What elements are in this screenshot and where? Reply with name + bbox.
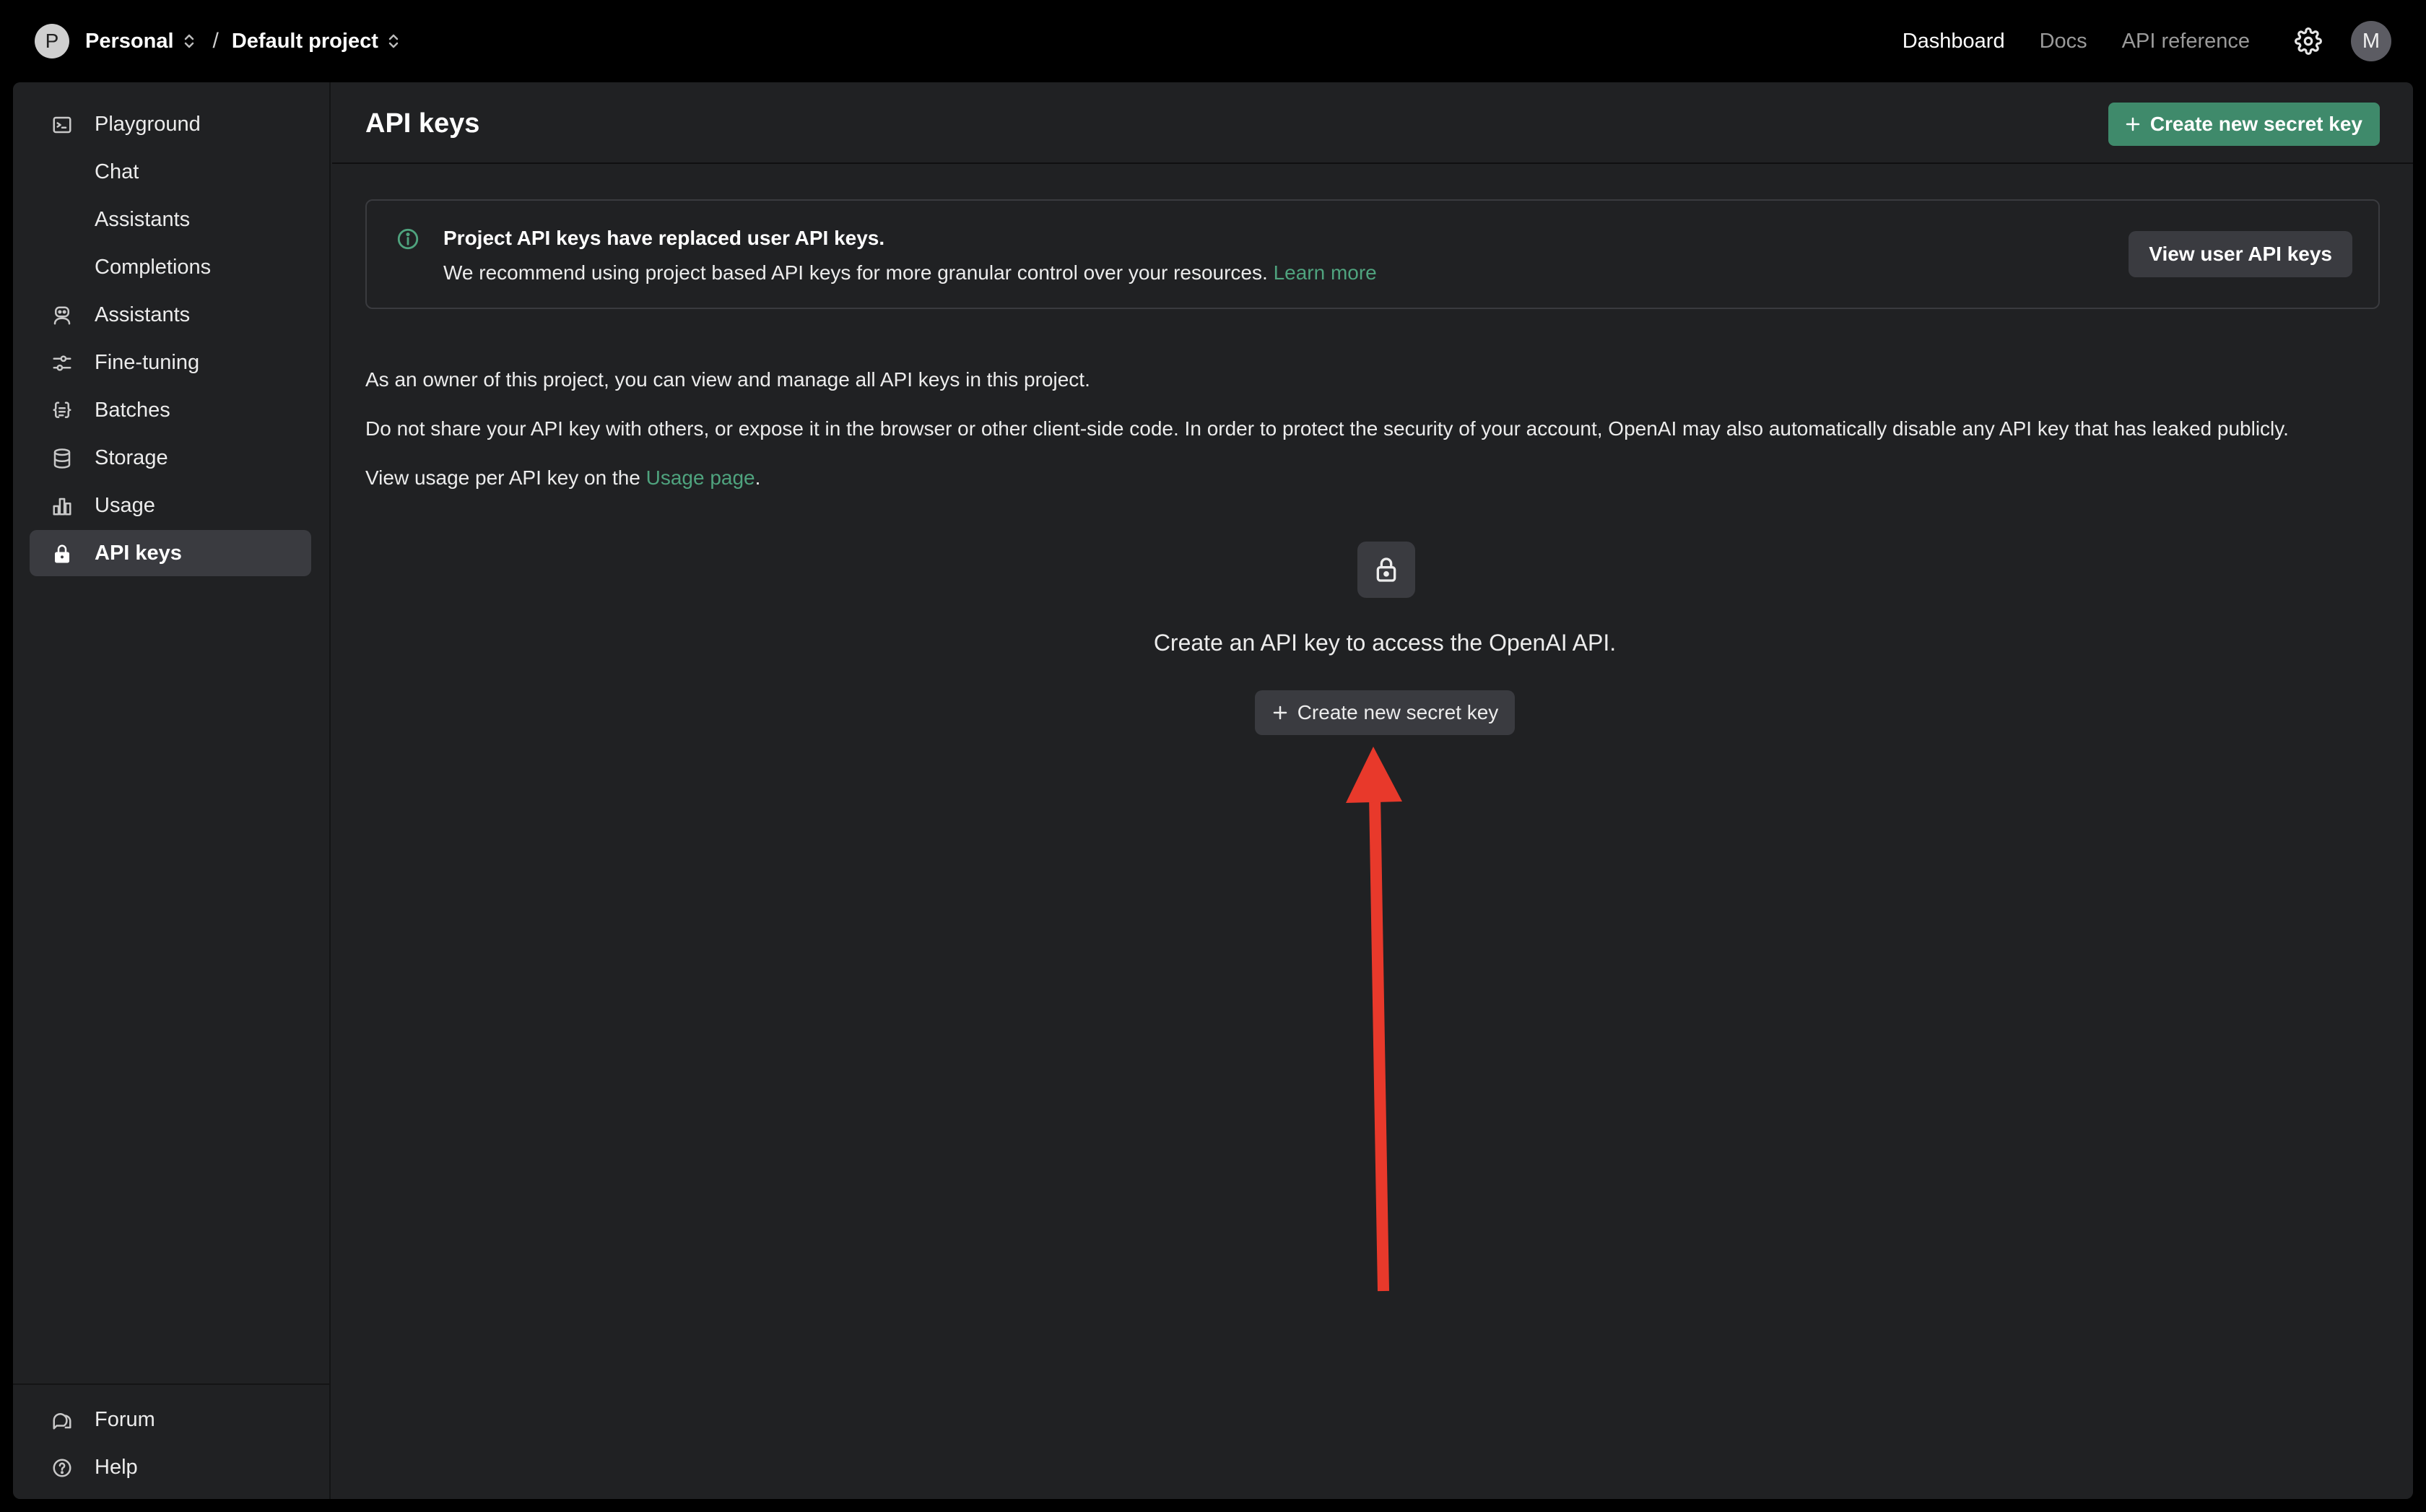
sidebar-divider xyxy=(13,1383,331,1385)
top-nav: Dashboard Docs API reference M xyxy=(1903,0,2391,82)
usage-info-prefix: View usage per API key on the xyxy=(365,466,646,489)
braces-icon xyxy=(51,400,73,422)
view-user-api-keys-button[interactable]: View user API keys xyxy=(2129,231,2352,277)
learn-more-link[interactable]: Learn more xyxy=(1274,261,1377,284)
sidebar-item-chat[interactable]: Chat xyxy=(30,149,311,195)
page-title: API keys xyxy=(365,108,480,139)
sidebar-item-api-keys[interactable]: API keys xyxy=(30,530,311,576)
plus-icon xyxy=(2124,116,2142,133)
sidebar-item-usage[interactable]: Usage xyxy=(30,482,311,529)
sidebar-item-label: Assistants xyxy=(95,207,191,231)
sidebar-item-label: Fine-tuning xyxy=(95,350,200,374)
empty-state-message: Create an API key to access the OpenAI A… xyxy=(1153,630,1617,656)
sidebar-item-storage[interactable]: Storage xyxy=(30,435,311,481)
sidebar-item-label: Forum xyxy=(95,1407,155,1431)
user-avatar[interactable]: M xyxy=(2351,21,2391,61)
usage-info-suffix: . xyxy=(755,466,761,489)
database-icon xyxy=(51,448,73,469)
robot-icon xyxy=(51,305,73,326)
create-secret-key-label: Create new secret key xyxy=(2149,113,2362,135)
nav-docs[interactable]: Docs xyxy=(2040,30,2087,53)
sidebar: Playground Chat Assistants Completions A… xyxy=(13,82,331,1499)
sidebar-item-playground-assistants[interactable]: Assistants xyxy=(30,196,311,243)
notice-body-line: We recommend using project based API key… xyxy=(443,261,1377,284)
sidebar-item-label: API keys xyxy=(95,541,182,565)
sidebar-item-completions[interactable]: Completions xyxy=(30,244,311,290)
chevron-up-down-icon xyxy=(387,32,400,51)
sidebar-item-label: Chat xyxy=(95,160,139,183)
content-header: API keys Create new secret key xyxy=(332,82,2413,164)
empty-state-lock-icon xyxy=(1357,542,1415,598)
sidebar-item-forum[interactable]: Forum xyxy=(30,1396,311,1443)
nav-dashboard[interactable]: Dashboard xyxy=(1903,30,2005,53)
usage-page-link[interactable]: Usage page xyxy=(646,466,755,489)
notice-title: Project API keys have replaced user API … xyxy=(443,227,885,249)
sidebar-item-label: Batches xyxy=(95,398,170,422)
sidebar-item-fine-tuning[interactable]: Fine-tuning xyxy=(30,339,311,386)
sidebar-item-help[interactable]: Help xyxy=(30,1444,311,1490)
notice-banner: Project API keys have replaced user API … xyxy=(365,199,2380,309)
create-secret-key-button-center[interactable]: Create new secret key xyxy=(1255,690,1515,735)
breadcrumb-separator: / xyxy=(212,29,219,53)
org-name: Personal xyxy=(85,29,174,53)
sliders-icon xyxy=(51,352,73,374)
sidebar-item-label: Completions xyxy=(95,255,212,279)
usage-info-text: View usage per API key on the Usage page… xyxy=(365,466,760,490)
security-warning-text: Do not share your API key with others, o… xyxy=(365,417,2289,440)
info-icon xyxy=(396,227,420,251)
sidebar-item-label: Storage xyxy=(95,446,168,469)
sidebar-item-label: Help xyxy=(95,1455,138,1479)
chevron-up-down-icon xyxy=(183,32,196,51)
sidebar-item-playground[interactable]: Playground xyxy=(30,101,311,147)
notice-body: We recommend using project based API key… xyxy=(443,261,1268,284)
sidebar-item-assistants[interactable]: Assistants xyxy=(30,292,311,338)
org-avatar: P xyxy=(35,24,69,58)
terminal-icon xyxy=(51,114,73,136)
create-secret-key-center-label: Create new secret key xyxy=(1297,701,1499,724)
main-content: API keys Create new secret key Project A… xyxy=(332,82,2413,1499)
chat-bubbles-icon xyxy=(51,1409,73,1431)
bar-chart-icon xyxy=(51,495,73,517)
lock-icon xyxy=(51,543,73,565)
gear-icon[interactable] xyxy=(2295,27,2322,55)
top-bar: P Personal / Default project Dashboard D… xyxy=(0,0,2426,82)
create-secret-key-button[interactable]: Create new secret key xyxy=(2108,103,2380,146)
sidebar-item-label: Usage xyxy=(95,493,155,517)
main-frame: Playground Chat Assistants Completions A… xyxy=(13,82,2413,1499)
plus-icon xyxy=(1271,704,1289,721)
project-name: Default project xyxy=(231,29,378,53)
org-switcher[interactable]: P Personal xyxy=(35,24,196,58)
sidebar-item-batches[interactable]: Batches xyxy=(30,387,311,433)
nav-api-reference[interactable]: API reference xyxy=(2122,30,2250,53)
project-switcher[interactable]: Default project xyxy=(232,30,400,53)
question-circle-icon xyxy=(51,1457,73,1479)
sidebar-item-label: Assistants xyxy=(95,303,191,326)
sidebar-item-label: Playground xyxy=(95,112,201,136)
owner-info-text: As an owner of this project, you can vie… xyxy=(365,368,1090,391)
